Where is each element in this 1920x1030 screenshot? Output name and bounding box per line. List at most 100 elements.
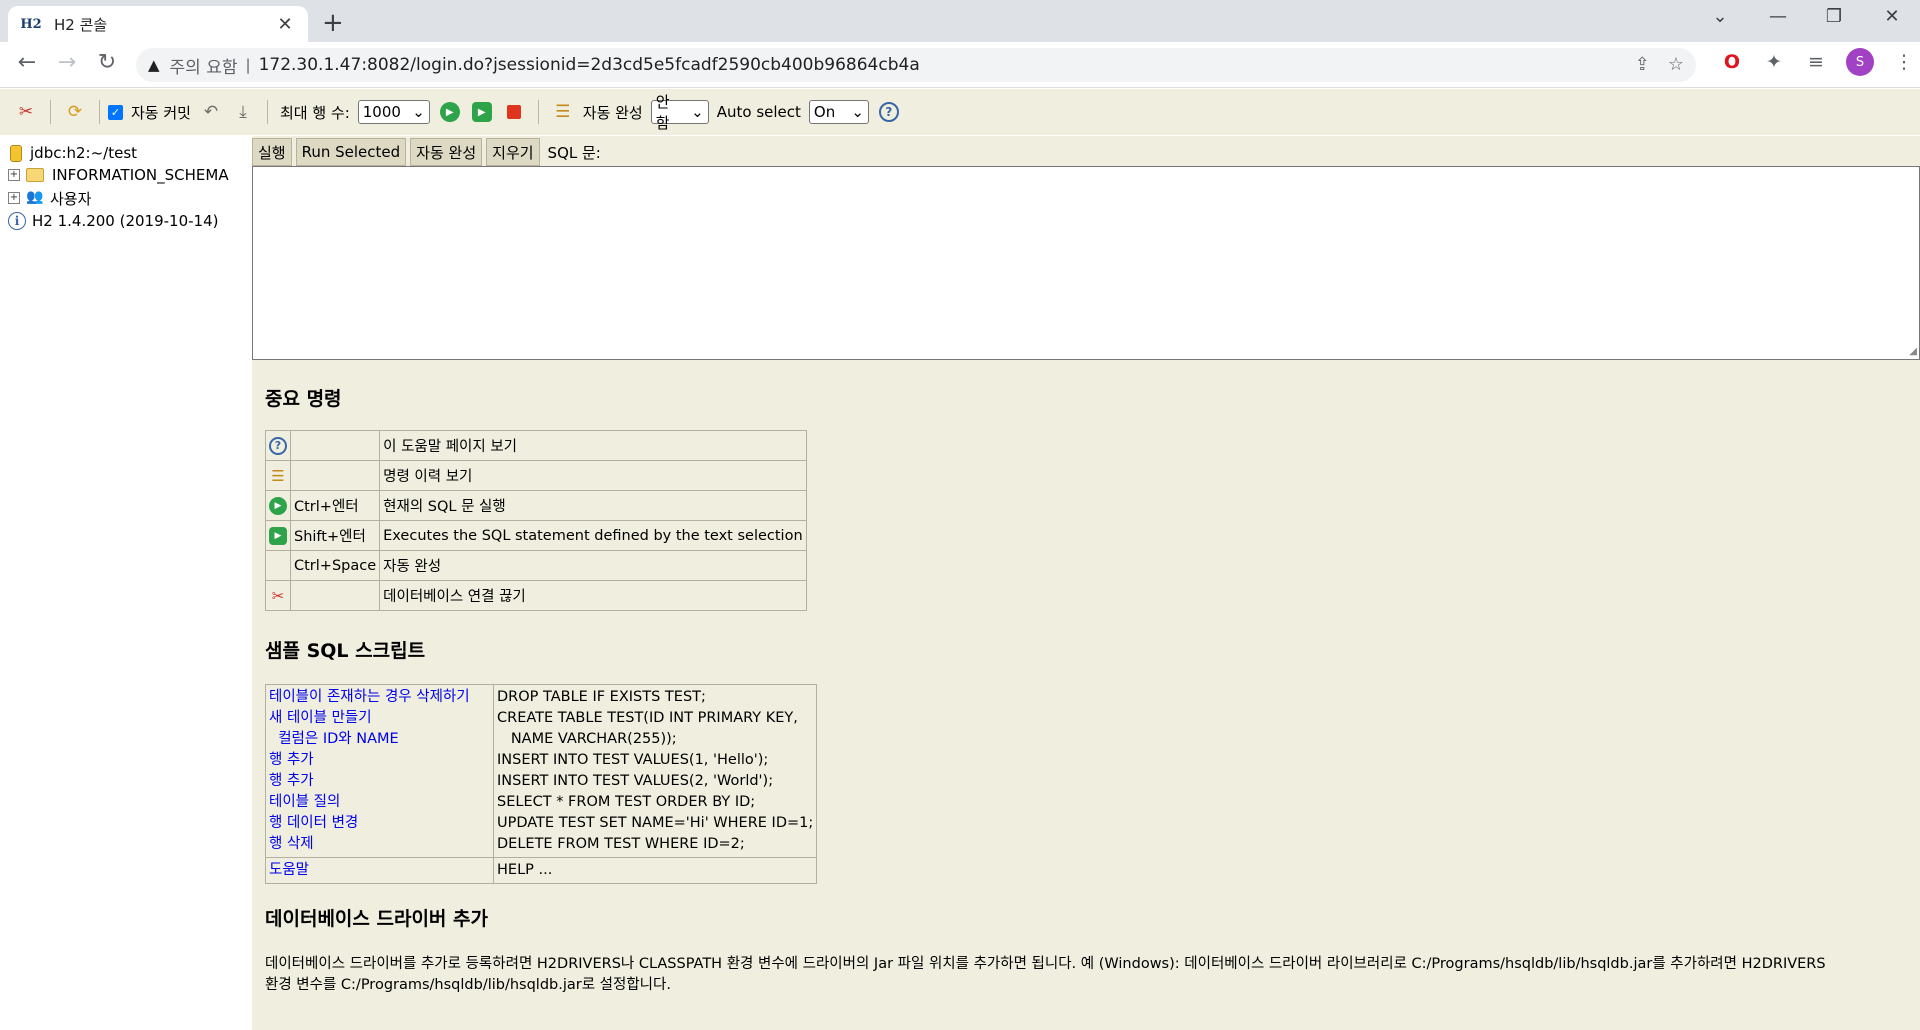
max-rows-label: 최대 행 수:	[279, 103, 350, 122]
max-rows-value: 1000	[362, 103, 401, 121]
toolbar-separator	[99, 100, 100, 124]
sample-script-link[interactable]: 행 추가	[269, 750, 490, 771]
opera-extension-icon[interactable]: O	[1720, 51, 1744, 73]
tab-search-chevron-icon[interactable]: ⌄	[1700, 6, 1740, 27]
autoselect-select[interactable]: On ⌄	[808, 100, 869, 124]
sample-script-link[interactable]: 행 데이터 변경	[269, 813, 490, 834]
h2-toolbar: ✂ ⟳ ✓ 자동 커밋 ↶ ⤓ 최대 행 수: 1000 ⌄ ▶ ▶ ☰ 자동 …	[0, 89, 1920, 135]
sample-sql-cell: DROP TABLE IF EXISTS TEST; CREATE TABLE T…	[492, 684, 818, 858]
sample-script-link[interactable]: 컬럼은 ID와 NAME	[269, 729, 490, 750]
sample-script-link[interactable]: 테이블 질의	[269, 792, 490, 813]
add-driver-line: 환경 변수를 C:/Programs/hsqldb/lib/hsqldb.jar…	[265, 977, 671, 993]
tree-item-connection[interactable]: jdbc:h2:~/test	[0, 142, 137, 164]
help-sql: HELP ...	[497, 862, 553, 878]
bookmark-star-icon[interactable]: ☆	[1668, 54, 1684, 75]
sample-script-link[interactable]: 새 테이블 만들기	[269, 708, 490, 729]
command-icon-cell: ▶	[265, 490, 291, 521]
disconnect-icon[interactable]: ✂	[14, 100, 38, 124]
resize-grip-icon[interactable]: ◢	[1909, 346, 1917, 357]
refresh-icon[interactable]: ⟳	[63, 100, 87, 124]
sql-statement-label: SQL 문:	[547, 143, 601, 162]
sample-script-link[interactable]: 테이블이 존재하는 경우 삭제하기	[269, 687, 490, 708]
close-window-icon[interactable]: ✕	[1872, 6, 1912, 27]
sample-sql-line: INSERT INTO TEST VALUES(2, 'World');	[497, 773, 774, 789]
autoselect-label: Auto select	[716, 103, 801, 121]
sample-sql-line: UPDATE TEST SET NAME='Hi' WHERE ID=1;	[497, 815, 814, 831]
close-tab-icon[interactable]: ✕	[274, 14, 296, 35]
omnibox[interactable]: ▲ 주의 요함 | 172.30.1.47:8082/login.do?jses…	[136, 48, 1696, 82]
command-description: 자동 완성	[379, 550, 807, 581]
profile-avatar[interactable]: S	[1846, 48, 1874, 76]
table-row: ☰ 명령 이력 보기	[265, 460, 807, 491]
browser-tab[interactable]: H2 H2 콘솔 ✕	[8, 6, 308, 42]
command-description: 현재의 SQL 문 실행	[379, 490, 807, 521]
security-label[interactable]: 주의 요함	[170, 53, 238, 78]
command-description: 데이터베이스 연결 끊기	[379, 580, 807, 611]
command-description: 이 도움말 페이지 보기	[379, 430, 807, 461]
disconnect-icon: ✂	[271, 586, 285, 605]
reload-icon[interactable]: ↻	[92, 50, 122, 75]
run-selected-icon: ▶	[471, 102, 492, 122]
browser-menu-icon[interactable]: ⋮	[1892, 51, 1916, 73]
clear-button[interactable]: 지우기	[486, 138, 540, 166]
run-button[interactable]: ▶	[438, 100, 462, 124]
command-shortcut: Ctrl+Space	[289, 550, 381, 581]
expand-icon[interactable]: +	[8, 169, 20, 181]
sample-script-link[interactable]: 행 추가	[269, 771, 490, 792]
autocommit-label: 자동 커밋	[131, 103, 191, 122]
restore-icon[interactable]: ❐	[1814, 6, 1854, 27]
autocomplete-select[interactable]: 안함 ⌄	[650, 93, 709, 132]
autocommit-checkbox[interactable]: ✓	[108, 104, 123, 120]
sample-labels-cell: 테이블이 존재하는 경우 삭제하기 새 테이블 만들기 컬럼은 ID와 NAME 행…	[265, 684, 494, 858]
toolbar-separator	[537, 100, 539, 124]
run-selected-button[interactable]: Run Selected	[295, 138, 407, 166]
url-text[interactable]: 172.30.1.47:8082/login.do?jsessionid=2d3…	[259, 55, 920, 75]
database-icon	[10, 144, 22, 162]
back-icon[interactable]: ←	[12, 50, 42, 75]
command-shortcut: Shift+엔터	[289, 520, 381, 551]
tree-item-label: 사용자	[50, 189, 92, 208]
stop-icon	[506, 105, 521, 119]
stop-button[interactable]	[502, 100, 526, 124]
run-selected-button[interactable]: ▶	[470, 100, 494, 124]
add-driver-title: 데이터베이스 드라이버 추가	[265, 908, 488, 930]
sample-sql-line: SELECT * FROM TEST ORDER BY ID;	[497, 794, 756, 810]
minimize-icon[interactable]: —	[1758, 6, 1798, 27]
command-shortcut	[289, 460, 381, 491]
sample-sql-line: INSERT INTO TEST VALUES(1, 'Hello');	[497, 752, 769, 768]
tree-item-information-schema[interactable]: + INFORMATION_SCHEMA	[0, 164, 229, 186]
help-cell: 도움말	[265, 857, 494, 884]
chevron-down-icon: ⌄	[851, 103, 864, 121]
sample-sql-table: 테이블이 존재하는 경우 삭제하기 새 테이블 만들기 컬럼은 ID와 NAME 행…	[265, 684, 818, 884]
toolbar-separator	[50, 100, 51, 124]
command-icon-cell: ☰	[265, 460, 291, 491]
important-commands-title: 중요 명령	[265, 388, 342, 410]
sample-script-link[interactable]: 행 삭제	[269, 834, 490, 855]
table-row: Ctrl+Space 자동 완성	[265, 550, 807, 581]
expand-icon[interactable]: +	[8, 192, 20, 204]
command-shortcut	[289, 430, 381, 461]
rollback-icon[interactable]: ↶	[199, 100, 223, 124]
new-tab-icon[interactable]: +	[322, 8, 344, 38]
autocomplete-value: 안함	[655, 93, 670, 132]
run-button[interactable]: 실행	[252, 138, 292, 166]
share-icon[interactable]: ⇪	[1635, 54, 1650, 75]
help-icon: ?	[269, 436, 287, 455]
add-driver-line: 데이터베이스 드라이버를 추가로 등록하려면 H2DRIVERS나 CLASSP…	[265, 956, 1826, 972]
commit-icon[interactable]: ⤓	[231, 100, 255, 124]
max-rows-select[interactable]: 1000 ⌄	[357, 100, 430, 124]
autocomplete-button[interactable]: 자동 완성	[410, 138, 483, 166]
extensions-puzzle-icon[interactable]: ✦	[1762, 51, 1786, 73]
h2-favicon-icon: H2	[20, 16, 42, 32]
help-link[interactable]: 도움말	[269, 860, 490, 881]
sql-editor[interactable]: ◢	[252, 166, 1920, 360]
chevron-down-icon: ⌄	[412, 103, 425, 121]
help-button[interactable]: ?	[877, 100, 901, 124]
media-control-icon[interactable]: ≡	[1804, 51, 1828, 73]
forward-icon[interactable]: →	[52, 50, 82, 75]
tree-item-users[interactable]: + 👥 사용자	[0, 187, 91, 209]
sample-sql-line: DROP TABLE IF EXISTS TEST;	[497, 689, 706, 705]
history-icon[interactable]: ☰	[551, 100, 575, 124]
table-row: ▶ Shift+엔터 Executes the SQL statement defi…	[265, 520, 807, 551]
info-icon: i	[8, 212, 26, 230]
